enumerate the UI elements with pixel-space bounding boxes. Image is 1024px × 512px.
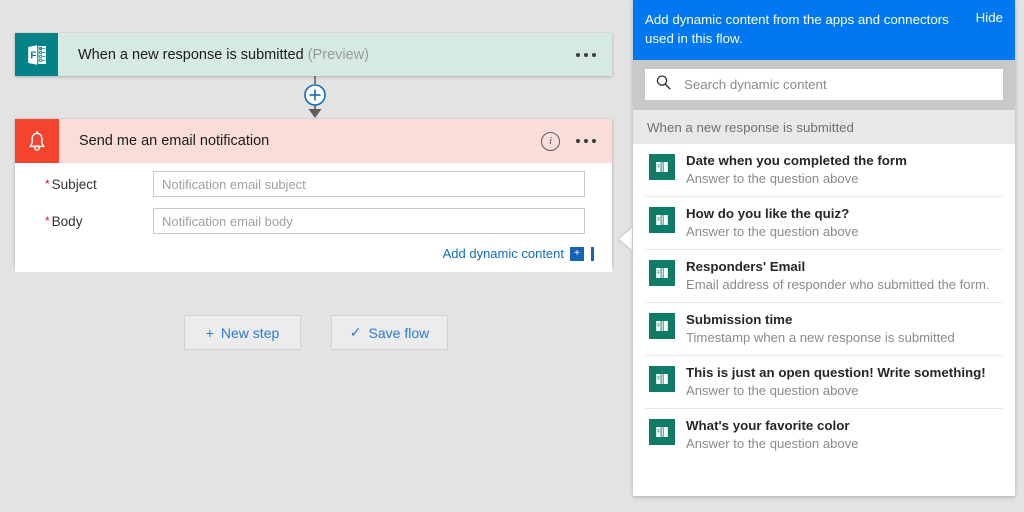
dynamic-content-item-title: How do you like the quiz? <box>686 206 850 221</box>
dynamic-content-item-title: Responders' Email <box>686 259 806 274</box>
dynamic-content-item-texts: How do you like the quiz? Answer to the q… <box>686 205 859 241</box>
flow-connector <box>295 76 335 119</box>
action-card[interactable]: Send me an email notification i * Subject… <box>15 119 612 272</box>
panel-pointer-triangle <box>619 228 632 250</box>
dynamic-content-item-subtitle: Answer to the question above <box>686 224 859 239</box>
save-flow-button[interactable]: ✓ Save flow <box>331 315 448 350</box>
subject-label: * Subject <box>15 177 153 192</box>
microsoft-forms-icon <box>649 154 675 180</box>
search-icon <box>655 74 672 96</box>
dynamic-content-item[interactable]: How do you like the quiz? Answer to the q… <box>645 197 1003 250</box>
dynamic-content-item-subtitle: Answer to the question above <box>686 436 859 451</box>
panel-banner: Add dynamic content from the apps and co… <box>633 0 1015 60</box>
panel-search-area <box>633 60 1015 110</box>
dynamic-content-item[interactable]: This is just an open question! Write som… <box>645 356 1003 409</box>
microsoft-forms-icon <box>649 207 675 233</box>
dynamic-content-item-subtitle: Timestamp when a new response is submitt… <box>686 330 955 345</box>
subject-label-text: Subject <box>51 176 97 192</box>
preview-tag: (Preview) <box>307 46 369 63</box>
body-label-text: Body <box>51 213 83 229</box>
dynamic-content-item[interactable]: Date when you completed the form Answer t… <box>645 144 1003 197</box>
ellipsis-icon[interactable] <box>576 52 596 57</box>
add-dynamic-content-row[interactable]: Add dynamic content + <box>443 246 594 261</box>
dynamic-content-bar <box>591 246 594 261</box>
trigger-card-header[interactable]: F When a new response is submitted (Prev… <box>15 33 612 76</box>
dynamic-content-item-texts: Submission time Timestamp when a new resp… <box>686 311 955 347</box>
search-input[interactable] <box>682 76 993 93</box>
panel-banner-text: Add dynamic content from the apps and co… <box>645 12 949 46</box>
dynamic-content-item-texts: Responders' Email Email address of respon… <box>686 258 989 294</box>
field-row-subject: * Subject <box>15 168 612 200</box>
dynamic-content-panel: Add dynamic content from the apps and co… <box>633 0 1015 496</box>
subject-input[interactable] <box>153 171 585 197</box>
action-card-header[interactable]: Send me an email notification i <box>15 119 612 163</box>
required-asterisk: * <box>45 176 50 191</box>
hide-panel-button[interactable]: Hide <box>976 10 1003 25</box>
check-icon: ✓ <box>349 324 362 340</box>
flow-designer-canvas: F When a new response is submitted (Prev… <box>0 0 632 512</box>
dynamic-content-item-subtitle: Email address of responder who submitted… <box>686 277 990 292</box>
dynamic-content-group-header: When a new response is submitted <box>633 110 1015 144</box>
dynamic-content-item-title: Submission time <box>686 312 793 327</box>
dynamic-content-item-texts: What's your favorite color Answer to the … <box>686 417 859 453</box>
new-step-label: New step <box>220 324 280 341</box>
dynamic-content-item-title: Date when you completed the form <box>686 153 907 168</box>
dynamic-content-item[interactable]: Submission time Timestamp when a new resp… <box>645 303 1003 356</box>
info-circle-icon[interactable]: i <box>541 131 560 151</box>
plus-icon: + <box>205 324 214 341</box>
microsoft-forms-icon <box>649 260 675 286</box>
dynamic-content-item-texts: Date when you completed the form Answer t… <box>686 152 907 188</box>
flow-action-buttons: + New step ✓ Save flow <box>0 315 632 350</box>
search-box[interactable] <box>645 69 1003 100</box>
action-card-title: Send me an email notification <box>79 133 270 149</box>
dynamic-content-item[interactable]: Responders' Email Email address of respon… <box>645 250 1003 303</box>
arrow-down-icon <box>308 109 322 118</box>
bell-icon <box>15 119 59 163</box>
dynamic-content-list: Date when you completed the form Answer t… <box>633 144 1015 496</box>
action-card-body: *Subject *Body Add dynamic content + <box>15 168 612 272</box>
dynamic-content-item-subtitle: Answer to the question above <box>686 383 859 398</box>
required-asterisk: * <box>45 213 50 228</box>
plus-icon[interactable]: + <box>570 246 584 261</box>
svg-text:F: F <box>30 50 36 61</box>
dynamic-content-item-subtitle: Answer to the question above <box>686 171 859 186</box>
trigger-title-text: When a new response is submitted <box>78 46 304 63</box>
microsoft-forms-icon <box>649 366 675 392</box>
save-flow-label: Save flow <box>368 324 430 341</box>
trigger-card[interactable]: F When a new response is submitted (Prev… <box>15 33 612 76</box>
action-card-actions: i <box>541 131 612 151</box>
ellipsis-icon[interactable] <box>576 139 596 143</box>
microsoft-forms-icon <box>649 313 675 339</box>
body-input[interactable] <box>153 208 585 234</box>
dynamic-content-item[interactable]: What's your favorite color Answer to the … <box>645 409 1003 461</box>
dynamic-content-item-texts: This is just an open question! Write som… <box>686 364 986 400</box>
microsoft-forms-icon: F <box>15 33 58 76</box>
dynamic-content-item-title: What's your favorite color <box>686 418 850 433</box>
body-label: * Body <box>15 214 153 229</box>
field-row-body: * Body <box>15 205 612 237</box>
add-dynamic-content-link[interactable]: Add dynamic content <box>443 246 564 261</box>
microsoft-forms-icon <box>649 419 675 445</box>
new-step-button[interactable]: + New step <box>184 315 301 350</box>
dynamic-content-item-title: This is just an open question! Write som… <box>686 365 986 380</box>
trigger-card-actions <box>576 52 612 57</box>
trigger-card-title: When a new response is submitted (Previe… <box>78 47 369 63</box>
